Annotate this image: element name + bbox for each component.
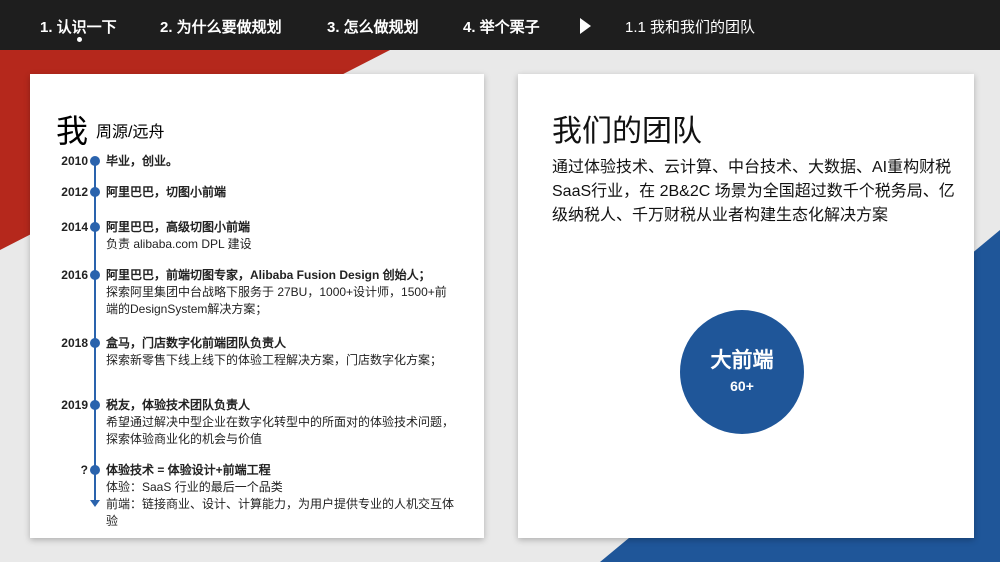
timeline-title: 阿里巴巴，前端切图专家，Alibaba Fusion Design 创始人； <box>106 268 431 282</box>
timeline-bullet-icon <box>90 187 100 197</box>
timeline-detail: 前端：链接商业、设计、计算能力，为用户提供专业的人机交互体验 <box>106 497 455 528</box>
play-arrow-icon <box>580 18 591 34</box>
timeline-bullet-icon <box>90 156 100 166</box>
top-navigation: 1. 认识一下 2. 为什么要做规划 3. 怎么做规划 4. 举个栗子 1.1 … <box>0 0 1000 50</box>
timeline-year: ? <box>80 463 88 477</box>
timeline-bullet-icon <box>90 465 100 475</box>
timeline-title: 阿里巴巴，切图小前端 <box>106 185 227 199</box>
active-indicator-dot <box>77 37 82 42</box>
timeline-arrow-icon <box>90 500 100 507</box>
timeline-bullet-icon <box>90 400 100 410</box>
team-card: 我们的团队 通过体验技术、云计算、中台技术、大数据、AI重构财税SaaS行业，在… <box>518 74 974 538</box>
nav-item-3[interactable]: 3. 怎么做规划 <box>327 16 419 37</box>
timeline-year: 2012 <box>61 185 88 199</box>
me-heading: 我 <box>56 113 89 149</box>
timeline-bullet-icon <box>90 222 100 232</box>
timeline-title: 体验技术 = 体验设计+前端工程 <box>106 463 271 477</box>
nav-item-4[interactable]: 4. 举个栗子 <box>463 16 540 37</box>
timeline-detail: 负责 alibaba.com DPL 建设 <box>106 237 252 251</box>
timeline-title: 阿里巴巴，高级切图小前端 <box>106 220 251 234</box>
team-count: 60+ <box>730 378 754 394</box>
person-name: 周源/远舟 <box>96 124 165 141</box>
timeline-text: 阿里巴巴，切图小前端 <box>106 184 456 201</box>
timeline-year: 2019 <box>61 398 88 412</box>
timeline-detail: 希望通过解决中型企业在数字化转型中的所面对的体验技术问题，探索体验商业化的机会与… <box>106 415 455 446</box>
timeline-bullet-icon <box>90 270 100 280</box>
timeline-text: 税友，体验技术团队负责人希望通过解决中型企业在数字化转型中的所面对的体验技术问题… <box>106 397 456 448</box>
timeline-year: 2010 <box>61 154 88 168</box>
timeline-detail: 探索新零售下线上线下的体验工程解决方案，门店数字化方案； <box>106 353 443 367</box>
nav-item-1[interactable]: 1. 认识一下 <box>40 16 117 37</box>
team-size-circle: 大前端 60+ <box>680 310 804 434</box>
timeline-year: 2018 <box>61 336 88 350</box>
timeline-text: 体验技术 = 体验设计+前端工程 体验：SaaS 行业的最后一个品类前端：链接商业… <box>106 462 456 530</box>
timeline-title: 税友，体验技术团队负责人 <box>106 398 251 412</box>
timeline-text: 盒马，门店数字化前端团队负责人探索新零售下线上线下的体验工程解决方案，门店数字化… <box>106 335 456 369</box>
timeline-title: 盒马，门店数字化前端团队负责人 <box>106 336 287 350</box>
team-description: 通过体验技术、云计算、中台技术、大数据、AI重构财税SaaS行业，在 2B&2C… <box>552 159 955 224</box>
timeline-text: 阿里巴巴，高级切图小前端 负责 alibaba.com DPL 建设 <box>106 219 456 253</box>
current-section: 1.1 我和我们的团队 <box>625 19 756 36</box>
nav-item-2[interactable]: 2. 为什么要做规划 <box>160 16 282 37</box>
timeline-title: 毕业，创业。 <box>106 154 179 168</box>
timeline-year: 2016 <box>61 268 88 282</box>
team-title: 我们的团队 <box>552 115 702 148</box>
team-label: 大前端 <box>710 349 774 372</box>
timeline-bullet-icon <box>90 338 100 348</box>
timeline-text: 毕业，创业。 <box>106 153 456 170</box>
timeline-detail: 体验：SaaS 行业的最后一个品类 <box>106 480 283 494</box>
timeline-detail: 探索阿里集团中台战略下服务于 27BU，1000+设计师，1500+前端的Des… <box>106 285 447 316</box>
timeline-line <box>94 158 96 503</box>
timeline-year: 2014 <box>61 220 88 234</box>
timeline-text: 阿里巴巴，前端切图专家，Alibaba Fusion Design 创始人； 探索… <box>106 267 456 318</box>
profile-card: 我 周源/远舟 2010 毕业，创业。 2012 阿里巴巴，切图小前端 2014 阿里巴巴… <box>30 74 484 538</box>
